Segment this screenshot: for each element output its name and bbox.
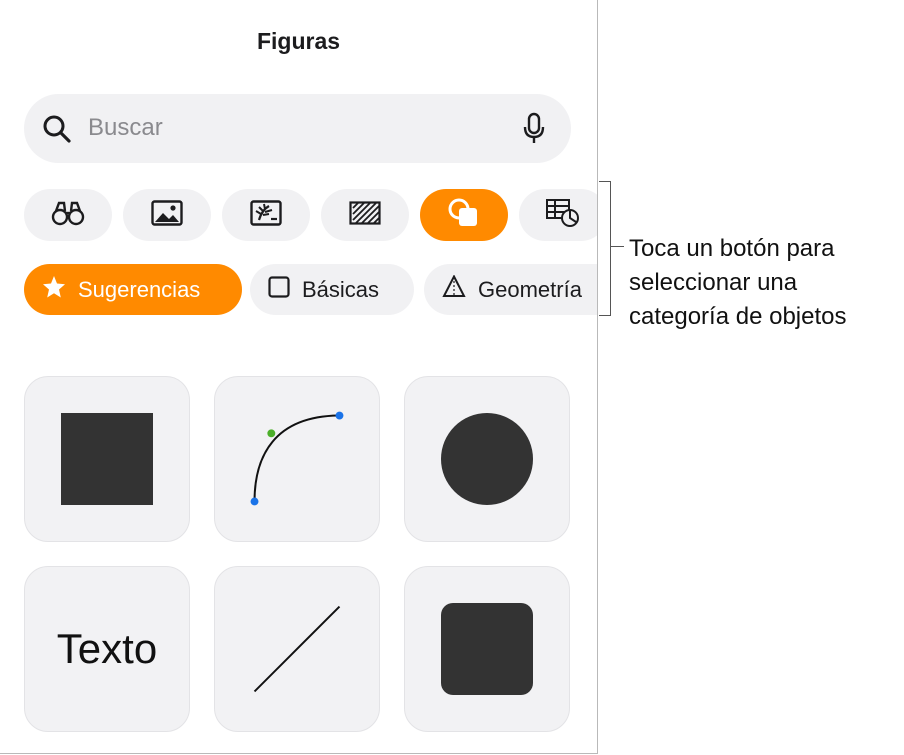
- shape-rounded-square-tile[interactable]: [404, 566, 570, 732]
- category-media[interactable]: [222, 189, 310, 241]
- panel-title: Figuras: [256, 28, 341, 54]
- text-shape-label: Texto: [56, 625, 158, 672]
- chip-basic[interactable]: Básicas: [250, 264, 414, 315]
- category-pattern[interactable]: [321, 189, 409, 241]
- callout-leader: [610, 246, 624, 247]
- table-chart-icon: [545, 198, 581, 233]
- star-icon: [42, 275, 78, 305]
- shapes-icon: [447, 197, 481, 234]
- square-shape-icon: [61, 413, 153, 505]
- shape-text-tile[interactable]: Texto: [24, 566, 190, 732]
- curve-shape-icon: [250, 411, 344, 506]
- pyramid-icon: [442, 273, 478, 305]
- callout-bracket: [599, 181, 611, 316]
- chip-basic-label: Básicas: [302, 276, 380, 302]
- binoculars-icon: [51, 200, 85, 231]
- callout-line-3: categoría de objetos: [629, 303, 847, 330]
- shape-square-tile[interactable]: [24, 376, 190, 542]
- line-shape-icon: [253, 605, 341, 693]
- callout-line-1: Toca un botón para: [629, 235, 835, 262]
- rounded-square-shape-icon: [441, 603, 533, 695]
- shape-circle-tile[interactable]: [404, 376, 570, 542]
- category-image[interactable]: [123, 189, 211, 241]
- category-binoculars[interactable]: [24, 189, 112, 241]
- shape-line-tile[interactable]: [214, 566, 380, 732]
- media-icon: [250, 199, 282, 231]
- callout-text: Toca un botón para seleccionar una categ…: [629, 232, 847, 334]
- search-placeholder: Buscar: [88, 114, 163, 141]
- microphone-icon[interactable]: [523, 112, 545, 151]
- search-field[interactable]: Buscar: [24, 94, 571, 163]
- chip-geometry-label: Geometría: [478, 276, 582, 302]
- shape-curve-tile[interactable]: [214, 376, 380, 542]
- callout-line-2: seleccionar una: [629, 269, 798, 296]
- category-shapes[interactable]: [420, 189, 508, 241]
- pattern-icon: [349, 200, 381, 230]
- chip-suggestions[interactable]: Sugerencias: [24, 264, 242, 315]
- search-icon: [42, 114, 72, 149]
- shapes-panel: Figuras Buscar Sugerencias Básicas Geome…: [0, 0, 598, 754]
- chip-geometry[interactable]: Geometría: [424, 264, 597, 315]
- image-icon: [151, 199, 183, 231]
- category-table-chart[interactable]: [519, 189, 597, 241]
- chip-suggestions-label: Sugerencias: [78, 276, 201, 302]
- circle-shape-icon: [441, 413, 533, 505]
- square-outline-icon: [268, 275, 302, 304]
